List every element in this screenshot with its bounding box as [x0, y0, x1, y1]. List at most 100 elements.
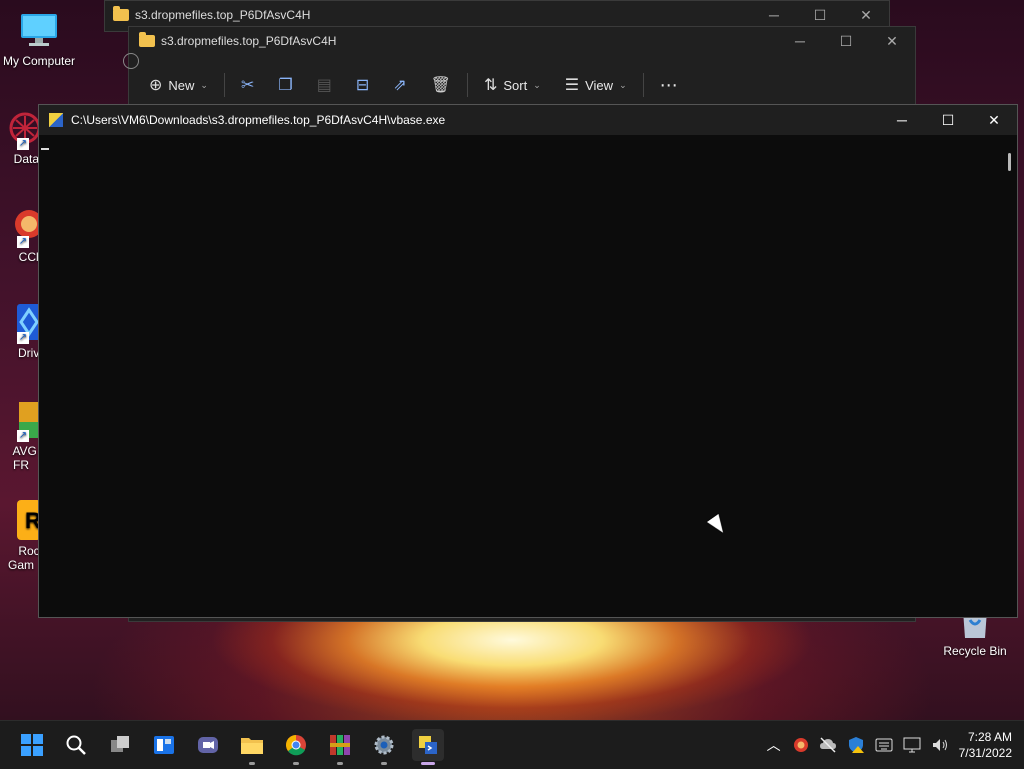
chevron-up-icon[interactable]: ︿ — [767, 735, 781, 755]
search-icon — [66, 735, 86, 755]
running-indicator — [293, 762, 299, 765]
task-view-button[interactable] — [104, 729, 136, 761]
folder-icon — [113, 6, 129, 21]
widgets-button[interactable] — [148, 729, 180, 761]
close-icon[interactable]: ✕ — [869, 27, 915, 55]
ellipsis-icon: ⋯ — [659, 74, 678, 95]
windows-logo-icon — [21, 734, 43, 756]
vbase-taskbar-button[interactable] — [412, 729, 444, 765]
scrollbar-thumb[interactable] — [1008, 153, 1011, 171]
chat-button[interactable] — [192, 729, 224, 761]
toolbar-divider — [642, 73, 644, 97]
task-view-icon — [111, 736, 129, 752]
clock-date: 7/31/2022 — [958, 746, 1012, 760]
minimize-icon[interactable]: ─ — [777, 27, 823, 55]
running-indicator — [249, 762, 255, 765]
console-app-icon — [419, 736, 437, 754]
new-button-label: New — [168, 77, 195, 93]
sort-button-label: Sort — [503, 77, 528, 93]
console-titlebar[interactable]: C:\Users\VM6\Downloads\s3.dropmefiles.to… — [39, 105, 1017, 135]
volume-icon[interactable] — [931, 737, 949, 753]
maximize-icon[interactable]: ☐ — [823, 27, 869, 55]
view-button[interactable]: ☰ View ⌄ — [553, 69, 639, 101]
window-controls: ─ ☐ ✕ — [879, 105, 1017, 135]
rename-icon: ⊟ — [355, 77, 370, 94]
keyboard-icon[interactable] — [875, 738, 893, 752]
cut-button[interactable]: ✂ — [229, 69, 266, 101]
settings-taskbar-button[interactable] — [368, 729, 400, 765]
sort-button[interactable]: ⇅ Sort ⌄ — [472, 69, 553, 101]
minimize-icon[interactable]: ─ — [879, 105, 925, 135]
rockstar-app-icon: R — [1, 500, 41, 540]
scissors-icon: ✂ — [240, 77, 255, 94]
shortcut-arrow-icon: ↗ — [17, 236, 29, 248]
view-button-label: View — [585, 77, 614, 93]
running-indicator — [337, 762, 343, 765]
desktop-icon-label: My Computer — [2, 54, 76, 68]
window-controls: ─ ☐ ✕ — [777, 27, 915, 55]
rename-button[interactable]: ⊟ — [344, 69, 381, 101]
folder-icon — [139, 32, 155, 47]
shortcut-arrow-icon: ↗ — [17, 138, 29, 150]
monitor-icon — [19, 10, 59, 50]
close-icon[interactable]: ✕ — [843, 1, 889, 29]
avg-app-icon: ↗ — [1, 400, 41, 442]
paste-button[interactable]: ▤ — [305, 69, 344, 101]
view-lines-icon: ☰ — [564, 77, 580, 94]
clock[interactable]: 7:28 AM 7/31/2022 — [959, 729, 1012, 761]
maximize-icon[interactable]: ☐ — [797, 1, 843, 29]
plus-circle-icon: ⊕ — [149, 77, 163, 94]
running-indicator — [381, 762, 387, 765]
text-cursor — [41, 148, 49, 150]
window-controls: ─ ☐ ✕ — [751, 1, 889, 29]
delete-button[interactable]: 🗑 — [419, 69, 463, 101]
chrome-icon — [286, 735, 306, 756]
chevron-down-icon: ⌄ — [200, 79, 208, 90]
vertical-scrollbar[interactable] — [1007, 151, 1011, 611]
network-icon[interactable] — [903, 737, 921, 753]
widgets-icon — [154, 736, 174, 754]
shortcut-arrow-icon: ↗ — [17, 332, 29, 344]
copy-button[interactable]: ❐ — [266, 69, 304, 101]
console-app-icon — [49, 113, 63, 127]
trash-icon: 🗑 — [430, 77, 451, 94]
toolbar-divider — [223, 73, 225, 97]
taskbar: ︿ 7:28 AM 7/31/2022 — [0, 720, 1024, 769]
clock-time: 7:28 AM — [967, 730, 1012, 744]
window-title: s3.dropmefiles.top_P6DfAsvC4H — [113, 6, 310, 22]
ccleaner-tray-icon[interactable] — [791, 736, 809, 754]
maximize-icon[interactable]: ☐ — [925, 105, 971, 135]
copy-icon: ❐ — [278, 77, 293, 94]
close-icon[interactable]: ✕ — [971, 105, 1017, 135]
share-button[interactable]: ⇗ — [381, 69, 418, 101]
new-button[interactable]: ⊕ New ⌄ — [137, 69, 220, 101]
security-shield-icon[interactable] — [847, 736, 865, 754]
winrar-taskbar-button[interactable] — [324, 729, 356, 765]
window-title: s3.dropmefiles.top_P6DfAsvC4H — [139, 32, 337, 48]
share-icon: ⇗ — [393, 77, 407, 94]
desktop-icon-my-computer[interactable]: My Computer — [0, 10, 78, 68]
start-button[interactable] — [16, 729, 48, 761]
search-button[interactable] — [60, 729, 92, 761]
system-tray: ︿ 7:28 AM 7/31/2022 — [767, 721, 1012, 769]
file-explorer-taskbar-button[interactable] — [236, 729, 268, 765]
chevron-down-icon: ⌄ — [533, 79, 541, 90]
console-window[interactable]: C:\Users\VM6\Downloads\s3.dropmefiles.to… — [38, 104, 1018, 618]
chevron-down-icon: ⌄ — [619, 79, 627, 90]
cloud-offline-icon[interactable] — [819, 736, 837, 754]
running-indicator — [421, 762, 435, 765]
dataw-app-icon: ↗ — [1, 108, 41, 150]
archive-books-icon — [330, 735, 350, 755]
teams-chat-icon — [198, 737, 218, 753]
chrome-taskbar-button[interactable] — [280, 729, 312, 765]
window-title-text: s3.dropmefiles.top_P6DfAsvC4H — [161, 34, 337, 48]
driver-app-icon: ↗ — [1, 302, 41, 344]
sort-arrows-icon: ⇅ — [483, 77, 498, 94]
shortcut-arrow-icon: ↗ — [17, 430, 29, 442]
minimize-icon[interactable]: ─ — [751, 1, 797, 29]
console-title-text: C:\Users\VM6\Downloads\s3.dropmefiles.to… — [71, 113, 446, 127]
clipboard-icon: ▤ — [316, 77, 332, 94]
desktop-icon-label: Recycle Bin — [943, 644, 1007, 658]
more-options-button[interactable]: ⋯ — [648, 69, 690, 101]
gear-icon — [374, 735, 394, 755]
